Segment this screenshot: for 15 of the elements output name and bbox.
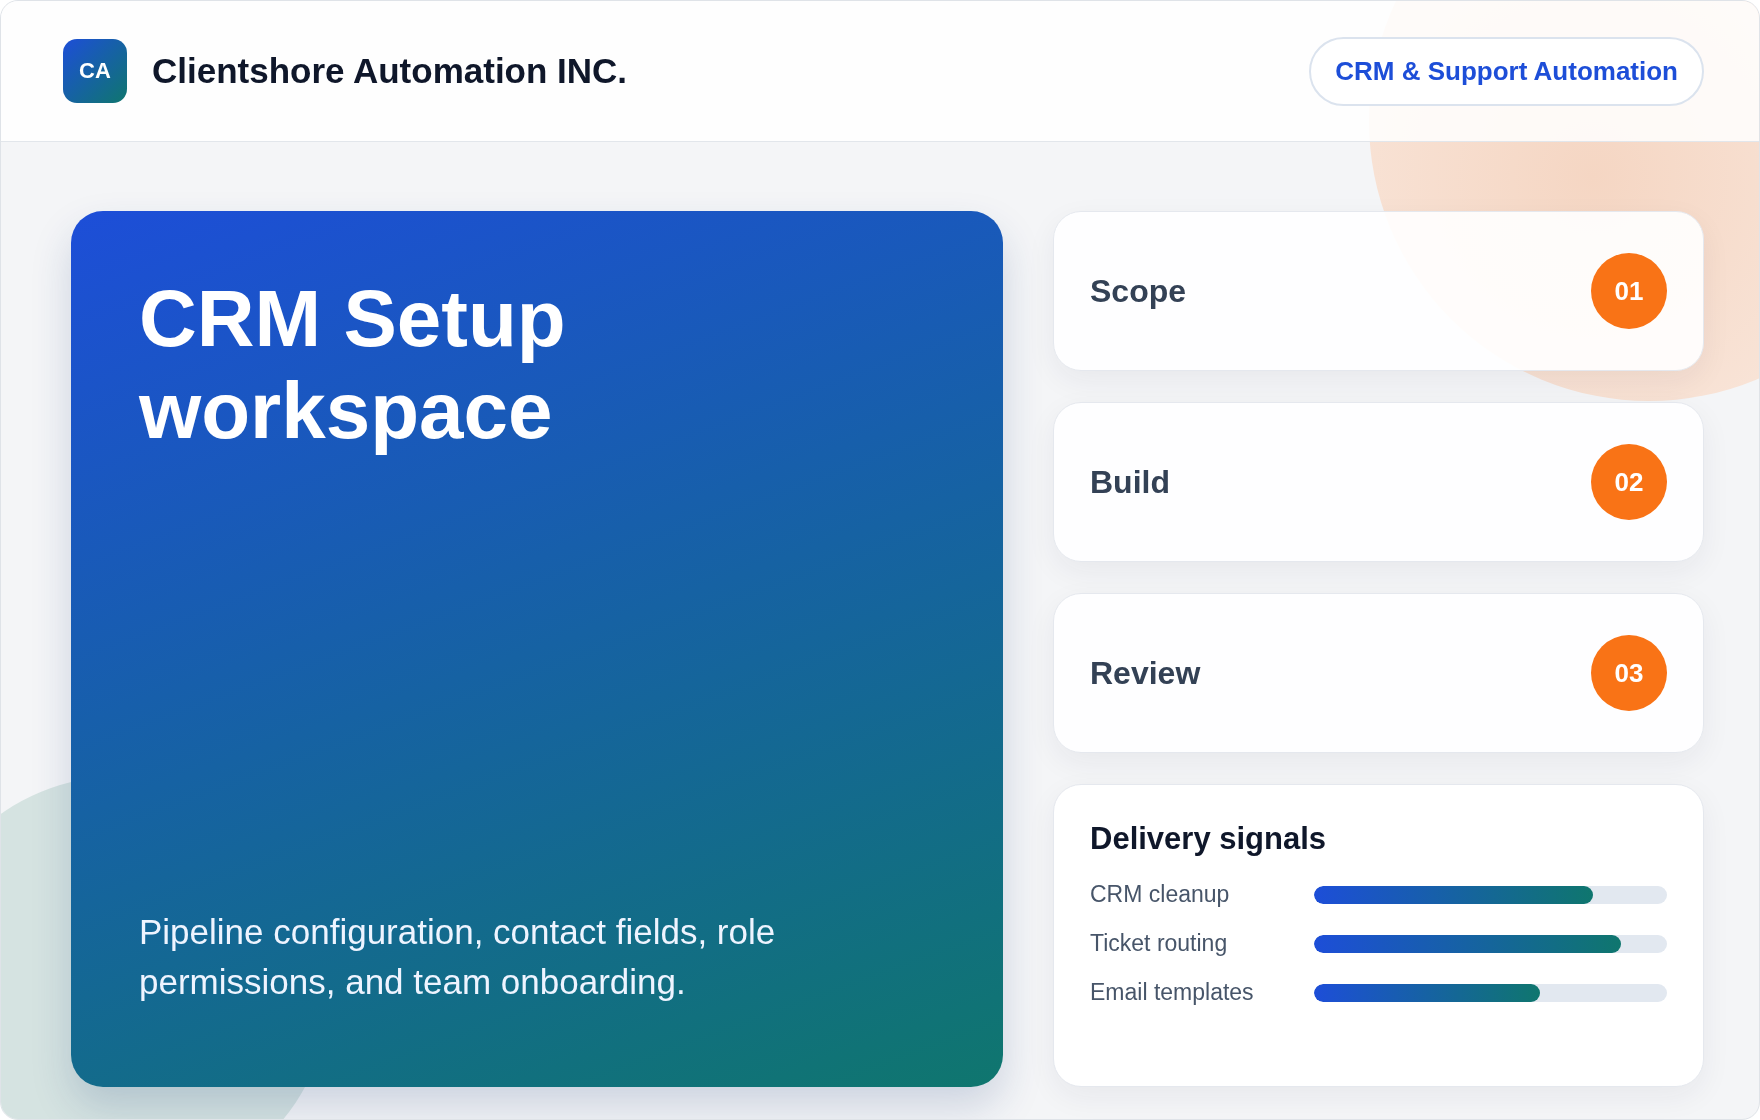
company-name: Clientshore Automation INC. (152, 51, 628, 91)
step-number: 02 (1591, 444, 1667, 520)
hero-description: Pipeline configuration, contact fields, role permissions, and team onboarding. (139, 911, 777, 1003)
step-title: Scope (1090, 272, 1187, 310)
signal-label: CRM cleanup (1090, 881, 1231, 908)
category-badge: CRM & Support Automation (1309, 36, 1704, 106)
step-title: Review (1090, 654, 1201, 692)
signal-label: Ticket routing (1090, 930, 1229, 957)
hero-title: CRM Setup workspace (139, 273, 567, 457)
step-number: 03 (1591, 635, 1667, 711)
step-number: 01 (1591, 253, 1667, 329)
signal-label: Email templates (1090, 979, 1255, 1006)
step-title: Build (1090, 463, 1170, 501)
signals-title: Delivery signals (1090, 821, 1328, 857)
logo: CA (63, 39, 127, 103)
